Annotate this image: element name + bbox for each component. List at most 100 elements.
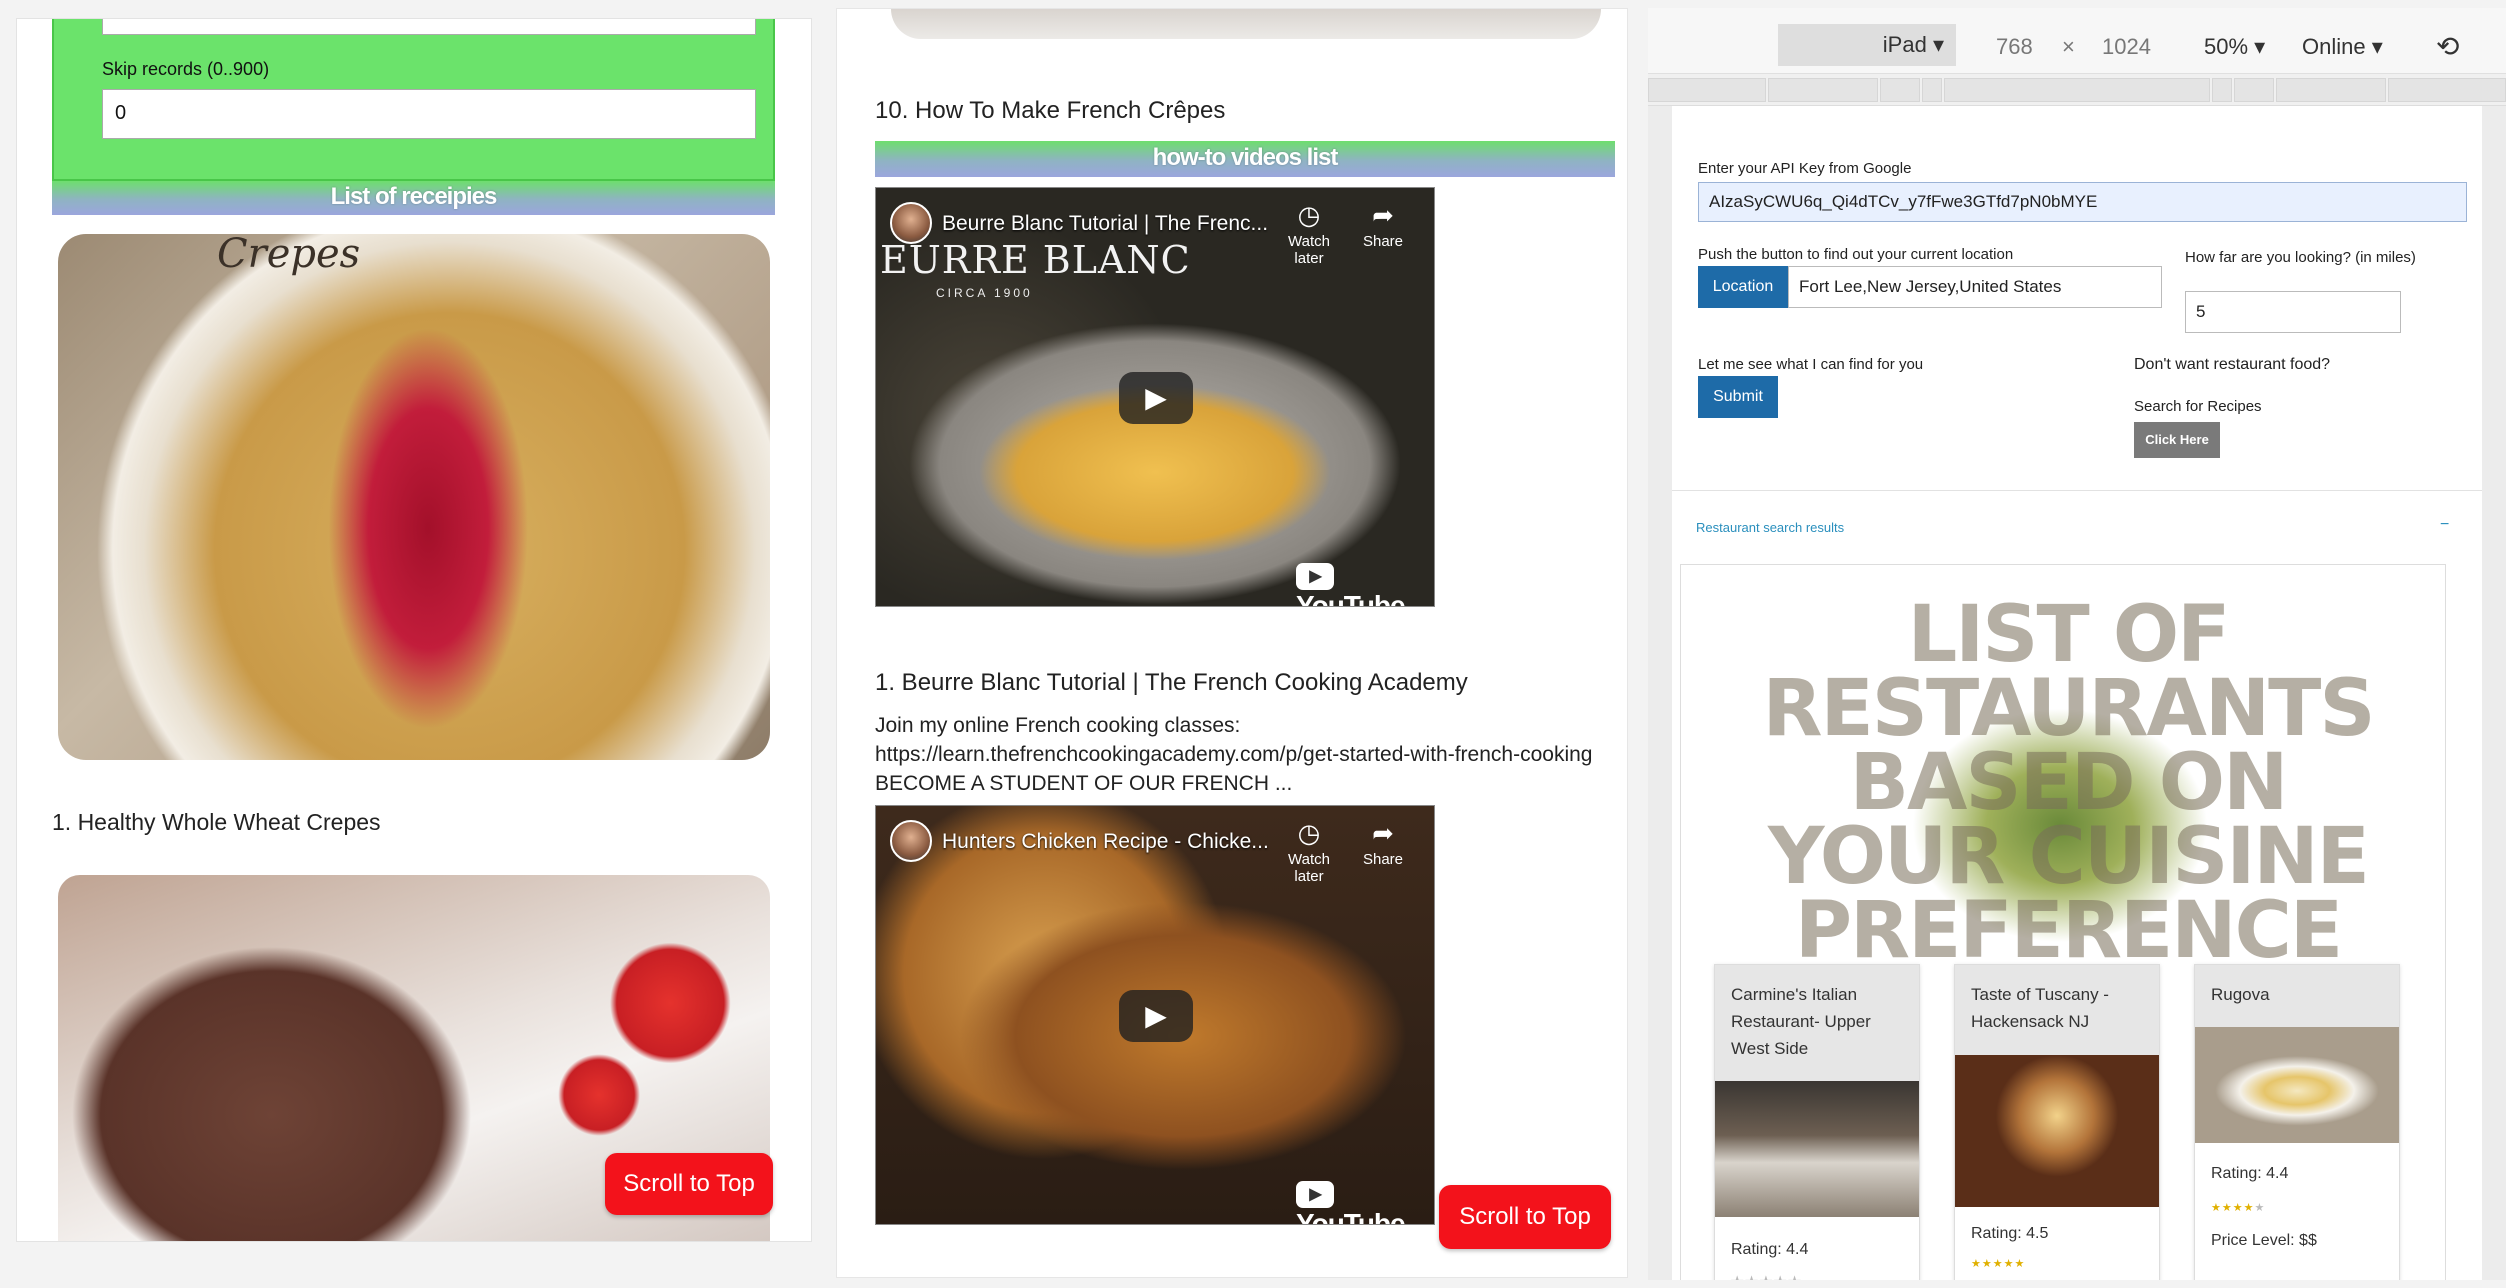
youtube-logo-label: YouTube xyxy=(1296,590,1406,607)
divider xyxy=(1672,490,2482,491)
restaurant-name[interactable]: Carmine's Italian Restaurant- Upper West… xyxy=(1715,965,1919,1081)
previous-recipe-image xyxy=(891,9,1601,39)
video-overlay-subtext: CIRCA 1900 xyxy=(936,286,1033,300)
play-icon: ▶ xyxy=(1145,382,1167,413)
video-overlay-text: EURRE BLANC xyxy=(880,238,1191,282)
ruler-segment[interactable] xyxy=(1944,78,2210,102)
restaurant-photo[interactable] xyxy=(2195,1027,2399,1143)
video-player-1[interactable]: EURRE BLANC CIRCA 1900 Beurre Blanc Tuto… xyxy=(875,187,1435,607)
viewport-height[interactable]: 1024 xyxy=(2102,34,2151,60)
recipe-image-crepes[interactable] xyxy=(58,234,770,760)
dropdown-caret-icon: ▾ xyxy=(1932,32,1944,57)
restaurant-rating: Rating: 4.4 xyxy=(1731,1241,1809,1258)
rotate-icon[interactable]: ⟲ xyxy=(2436,30,2459,63)
youtube-logo-label: YouTube xyxy=(1296,1208,1406,1225)
star-icon: ★★★★★ xyxy=(1971,1258,2026,1270)
play-icon: ▶ xyxy=(1145,1000,1167,1031)
share-button[interactable]: ➦ Share xyxy=(1348,200,1418,250)
zoom-select[interactable]: 50% ▾ xyxy=(2204,34,2265,60)
submit-label: Let me see what I can find for you xyxy=(1698,356,1924,373)
ruler-segment[interactable] xyxy=(1648,78,1766,102)
ruler-segment[interactable] xyxy=(2234,78,2274,102)
youtube-logo[interactable]: ▶YouTube xyxy=(1296,1176,1434,1225)
recipe-title[interactable]: 1. Healthy Whole Wheat Crepes xyxy=(52,809,381,836)
watch-later-label: Watch later xyxy=(1288,233,1330,267)
ruler-segment[interactable] xyxy=(2388,78,2506,102)
play-button[interactable]: ▶ xyxy=(1119,372,1193,424)
restaurant-rating: Rating: 4.4 xyxy=(2211,1165,2289,1182)
price-level: Price Level: $$ xyxy=(2211,1232,2317,1249)
restaurant-card[interactable]: Rugova Rating: 4.4 ★★★★★ Price Level: $$ xyxy=(2194,964,2400,1280)
share-button[interactable]: ➦ Share xyxy=(1348,818,1418,868)
youtube-logo-icon: ▶ xyxy=(1296,1181,1334,1208)
results-accordion-header[interactable]: Restaurant search results xyxy=(1696,520,1844,535)
star-icon: ★★★★★ xyxy=(1730,1274,1802,1280)
recipes-list-header: List of receipies xyxy=(52,181,775,215)
restaurant-rating: Rating: 4.5 xyxy=(1971,1225,2049,1242)
viewport-width[interactable]: 768 xyxy=(1996,34,2033,60)
click-here-button[interactable]: Click Here xyxy=(2134,422,2220,458)
viewport-margin xyxy=(1648,106,1672,1280)
location-button[interactable]: Location xyxy=(1698,266,1788,308)
recipe-heading: 10. How To Make French Crêpes xyxy=(875,97,1226,124)
api-key-label: Enter your API Key from Google xyxy=(1698,160,1912,177)
network-throttle-select[interactable]: Online ▾ xyxy=(2302,34,2383,60)
dropdown-caret-icon: ▾ xyxy=(2254,34,2266,59)
image-script-text: Crepes xyxy=(217,231,361,277)
device-label: iPad xyxy=(1882,32,1927,57)
restaurant-name[interactable]: Rugova xyxy=(2195,965,2399,1027)
restaurants-banner-text: LIST OF RESTAURANTS BASED ON YOUR CUISIN… xyxy=(1762,590,2375,976)
videos-panel: 10. How To Make French Crêpes how-to vid… xyxy=(836,8,1628,1278)
restaurant-name[interactable]: Taste of Tuscany - Hackensack NJ xyxy=(1955,965,2159,1055)
distance-input[interactable]: 5 xyxy=(2185,291,2401,333)
restaurant-photo[interactable] xyxy=(1955,1055,2159,1207)
previous-input-field[interactable] xyxy=(102,19,756,35)
ruler-segment[interactable] xyxy=(1880,78,1920,102)
clock-icon: ◷ xyxy=(1297,818,1321,848)
video-heading: 1. Beurre Blanc Tutorial | The French Co… xyxy=(875,669,1468,696)
video-title[interactable]: Beurre Blanc Tutorial | The Frenc... xyxy=(942,212,1268,236)
ruler-segment[interactable] xyxy=(1922,78,1942,102)
restaurant-card[interactable]: Taste of Tuscany - Hackensack NJ Rating:… xyxy=(1954,964,2160,1280)
scroll-to-top-button[interactable]: Scroll to Top xyxy=(1439,1185,1611,1249)
viewport-margin xyxy=(2482,106,2506,1280)
recipes-panel: Skip records (0..900) 0 List of receipie… xyxy=(16,18,812,1242)
network-label: Online xyxy=(2302,34,2366,59)
location-input[interactable]: Fort Lee,New Jersey,United States xyxy=(1788,266,2162,308)
panel-footer xyxy=(17,1241,812,1242)
restaurant-card[interactable]: Carmine's Italian Restaurant- Upper West… xyxy=(1714,964,1920,1280)
watch-later-button[interactable]: ◷ Watch later xyxy=(1274,200,1344,267)
watch-later-label: Watch later xyxy=(1288,851,1330,885)
scroll-to-top-button[interactable]: Scroll to Top xyxy=(605,1153,773,1215)
submit-button[interactable]: Submit xyxy=(1698,376,1778,418)
video-title[interactable]: Hunters Chicken Recipe - Chicke... xyxy=(942,830,1269,854)
video-player-2[interactable]: Hunters Chicken Recipe - Chicke... ◷ Wat… xyxy=(875,805,1435,1225)
device-select[interactable]: iPad ▾ xyxy=(1778,24,1956,66)
no-restaurant-label: Don't want restaurant food? xyxy=(2134,356,2331,373)
videos-list-header: how-to videos list xyxy=(875,141,1615,177)
youtube-logo[interactable]: ▶YouTube xyxy=(1296,558,1434,607)
youtube-logo-icon: ▶ xyxy=(1296,563,1334,590)
ruler-segment[interactable] xyxy=(1768,78,1878,102)
star-icon: ★ xyxy=(2254,1202,2266,1214)
restaurant-photo[interactable] xyxy=(1715,1081,1919,1217)
share-icon: ➦ xyxy=(1372,200,1394,230)
watch-later-button[interactable]: ◷ Watch later xyxy=(1274,818,1344,885)
distance-label: How far are you looking? (in miles) xyxy=(2185,249,2416,266)
play-button[interactable]: ▶ xyxy=(1119,990,1193,1042)
channel-avatar[interactable] xyxy=(890,820,932,862)
skip-records-input[interactable]: 0 xyxy=(102,89,756,139)
ruler-segment[interactable] xyxy=(2276,78,2386,102)
star-rating: ★★★★★ xyxy=(1955,1249,2159,1278)
collapse-toggle[interactable]: − xyxy=(2440,516,2449,534)
channel-avatar[interactable] xyxy=(890,202,932,244)
share-label: Share xyxy=(1362,233,1404,250)
dropdown-caret-icon: ▾ xyxy=(2371,34,2383,59)
search-recipes-label: Search for Recipes xyxy=(2134,398,2262,415)
ruler-segment[interactable] xyxy=(2212,78,2232,102)
star-rating: ★★★★★ xyxy=(2195,1189,2399,1226)
star-icon: ★★★★ xyxy=(2211,1202,2255,1214)
clock-icon: ◷ xyxy=(1297,200,1321,230)
api-key-input[interactable]: AIzaSyCWU6q_Qi4dTCv_y7fFwe3GTfd7pN0bMYE xyxy=(1698,182,2467,222)
skip-records-label: Skip records (0..900) xyxy=(102,59,270,79)
